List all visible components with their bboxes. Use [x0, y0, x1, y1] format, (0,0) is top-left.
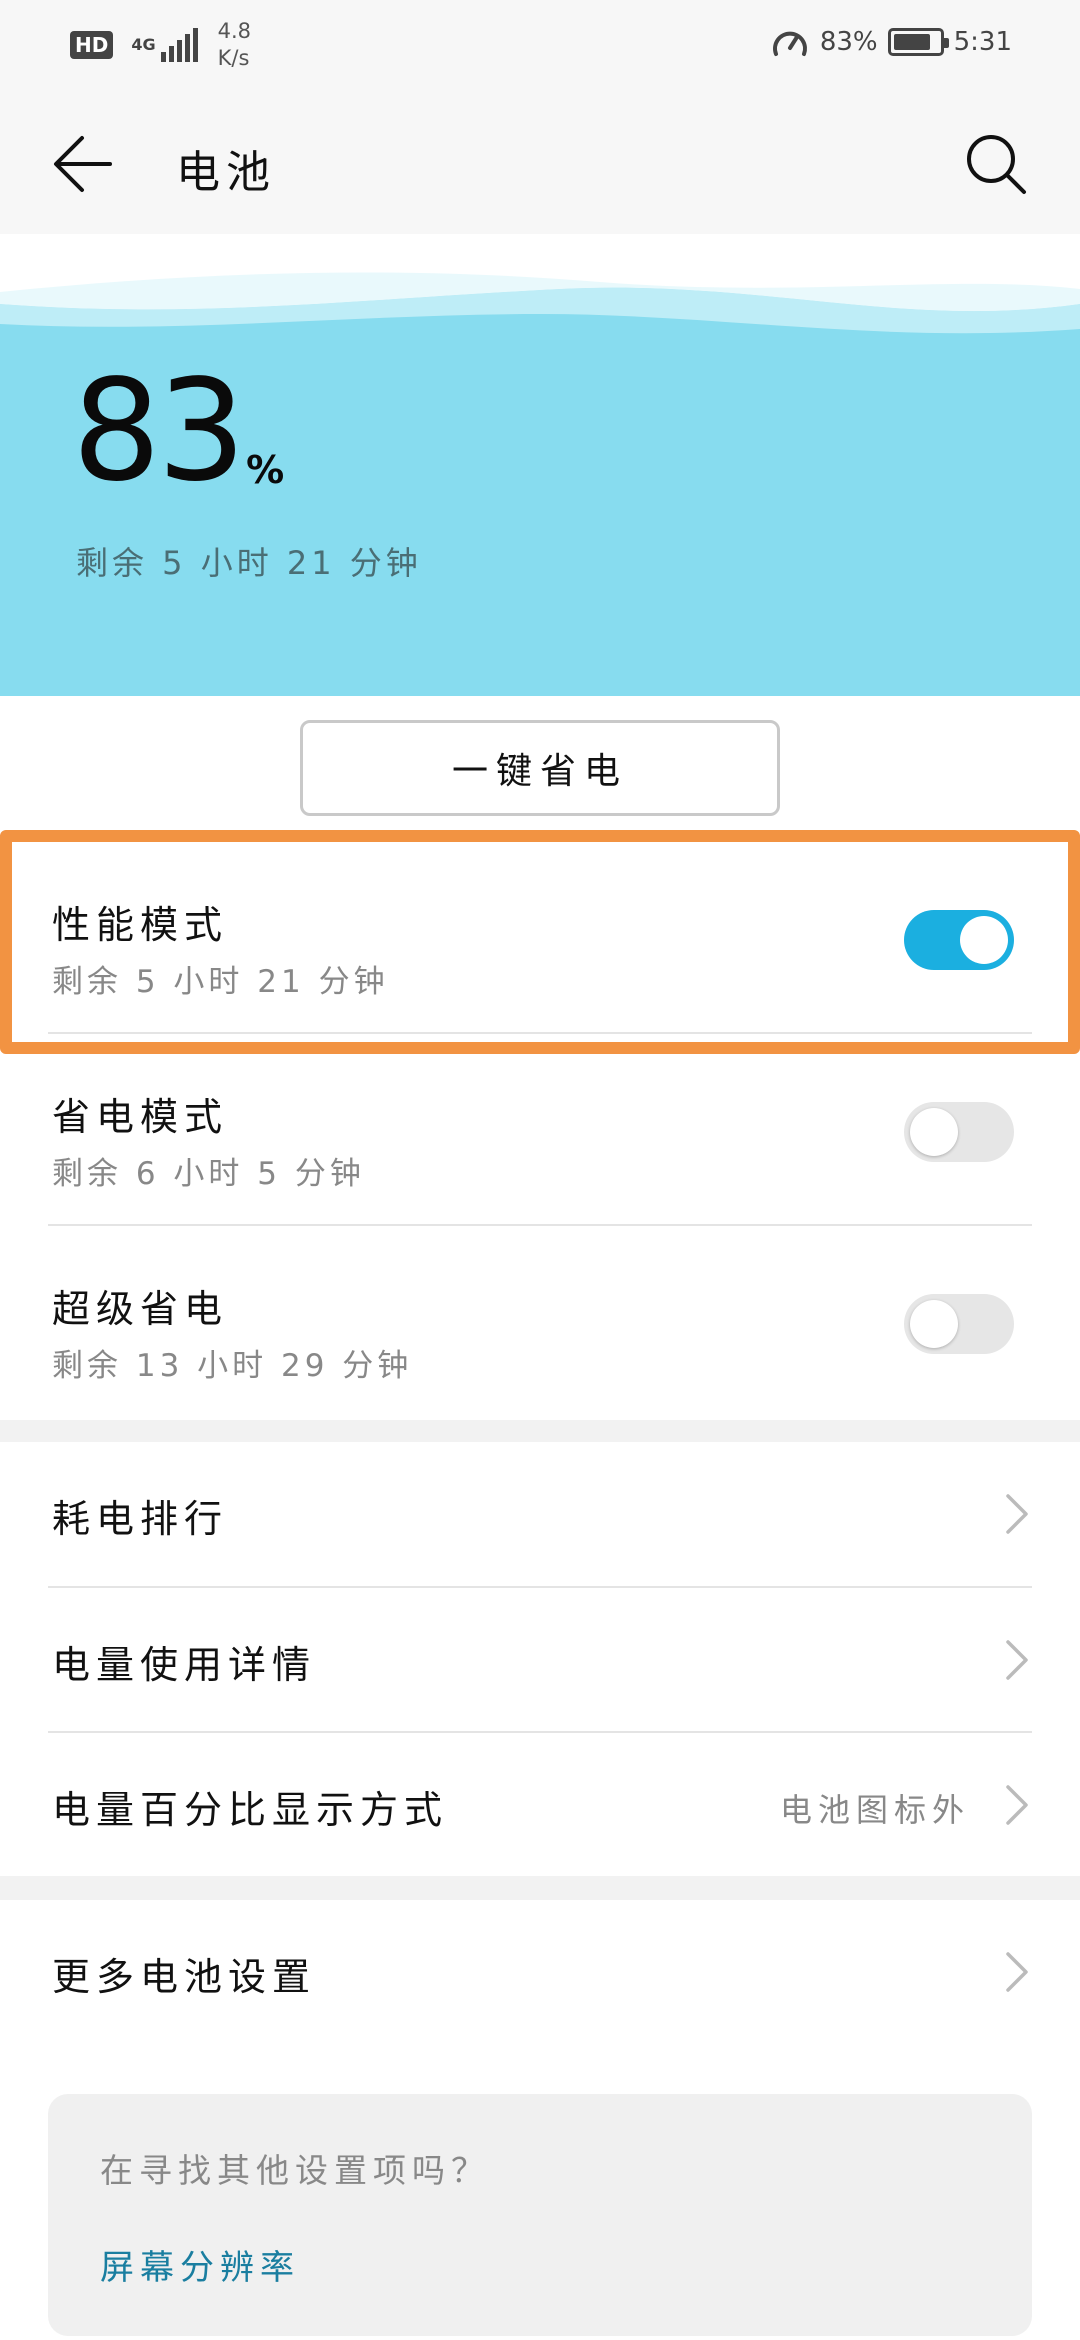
battery-percent: 83 %: [72, 362, 284, 502]
ultra-saving-mode-toggle[interactable]: [904, 1294, 1014, 1354]
section-gap: [0, 1420, 1080, 1442]
divider: [48, 1224, 1032, 1226]
chevron-right-icon: [1006, 1640, 1028, 1680]
signal-icon: 4G: [131, 28, 198, 62]
arrow-left-icon: [54, 136, 112, 192]
nav-label: 更多电池设置: [52, 1955, 317, 1999]
back-button[interactable]: [46, 126, 122, 202]
suggestion-link-screen-resolution[interactable]: 屏幕分辨率: [100, 2240, 300, 2289]
speed-unit: K/s: [217, 46, 250, 70]
mode-title: 超级省电: [52, 1287, 229, 1331]
chevron-right-icon: [1006, 1952, 1028, 1992]
network-speed: 4.8 K/s: [218, 18, 251, 72]
battery-hero: 83 % 剩余 5 小时 21 分钟: [0, 234, 1080, 696]
search-icon: [967, 135, 1026, 194]
network-type: 4G: [131, 35, 156, 54]
nav-row-percent-display[interactable]: 电量百分比显示方式 电池图标外: [0, 1733, 1080, 1877]
status-bar: HD 4G 4.8 K/s 83% 5:31: [0, 0, 1080, 96]
nav-label: 耗电排行: [52, 1497, 229, 1541]
app-header: 电池: [0, 96, 1080, 234]
power-saving-mode-toggle[interactable]: [904, 1102, 1014, 1162]
nav-row-power-ranking[interactable]: 耗电排行: [0, 1442, 1080, 1586]
status-left: HD 4G 4.8 K/s: [70, 18, 251, 72]
toggle-knob: [960, 916, 1008, 964]
one-tap-save-button[interactable]: 一键省电: [300, 720, 780, 816]
chevron-right-icon: [1006, 1785, 1028, 1825]
mode-row-performance[interactable]: 性能模式 剩余 5 小时 21 分钟: [0, 844, 1080, 1036]
battery-percent-number: 83: [72, 350, 246, 513]
status-right: 83% 5:31: [770, 24, 1012, 60]
nav-label: 电量百分比显示方式: [52, 1788, 449, 1832]
nav-label: 电量使用详情: [52, 1643, 317, 1687]
toggle-knob: [910, 1300, 958, 1348]
section-gap: [0, 1876, 1080, 1900]
mode-subtitle: 剩余 5 小时 21 分钟: [52, 964, 389, 1000]
suggestion-question: 在寻找其他设置项吗？: [100, 2151, 490, 2190]
battery-icon: [887, 28, 949, 56]
battery-percent-sign: %: [246, 448, 285, 492]
mode-subtitle: 剩余 6 小时 5 分钟: [52, 1156, 365, 1192]
battery-settings-page: HD 4G 4.8 K/s 83% 5:31 电池 83 % 剩余 5 小时 2…: [0, 0, 1080, 2340]
toggle-knob: [910, 1108, 958, 1156]
wave-decoration: [0, 234, 1080, 354]
hd-badge: HD: [70, 31, 114, 59]
speed-value: 4.8: [217, 19, 252, 43]
nav-row-usage-details[interactable]: 电量使用详情: [0, 1588, 1080, 1732]
suggestion-card: 在寻找其他设置项吗？ 屏幕分辨率: [48, 2094, 1032, 2336]
speedometer-icon: [772, 31, 807, 56]
mode-row-power-saving[interactable]: 省电模式 剩余 6 小时 5 分钟: [0, 1036, 1080, 1228]
nav-row-more-settings[interactable]: 更多电池设置: [0, 1900, 1080, 2044]
search-button[interactable]: [958, 126, 1034, 202]
clock: 5:31: [953, 27, 1012, 57]
mode-title: 性能模式: [52, 903, 229, 947]
mode-subtitle: 剩余 13 小时 29 分钟: [52, 1348, 413, 1384]
divider: [48, 1032, 1032, 1034]
battery-remaining-time: 剩余 5 小时 21 分钟: [76, 544, 422, 582]
mode-row-ultra-saving[interactable]: 超级省电 剩余 13 小时 29 分钟: [0, 1228, 1080, 1420]
chevron-right-icon: [1006, 1494, 1028, 1534]
performance-mode-toggle[interactable]: [904, 910, 1014, 970]
battery-percent-text: 83%: [819, 27, 878, 57]
mode-title: 省电模式: [52, 1095, 229, 1139]
page-title: 电池: [176, 147, 276, 198]
nav-current-value: 电池图标外: [779, 1791, 970, 1829]
